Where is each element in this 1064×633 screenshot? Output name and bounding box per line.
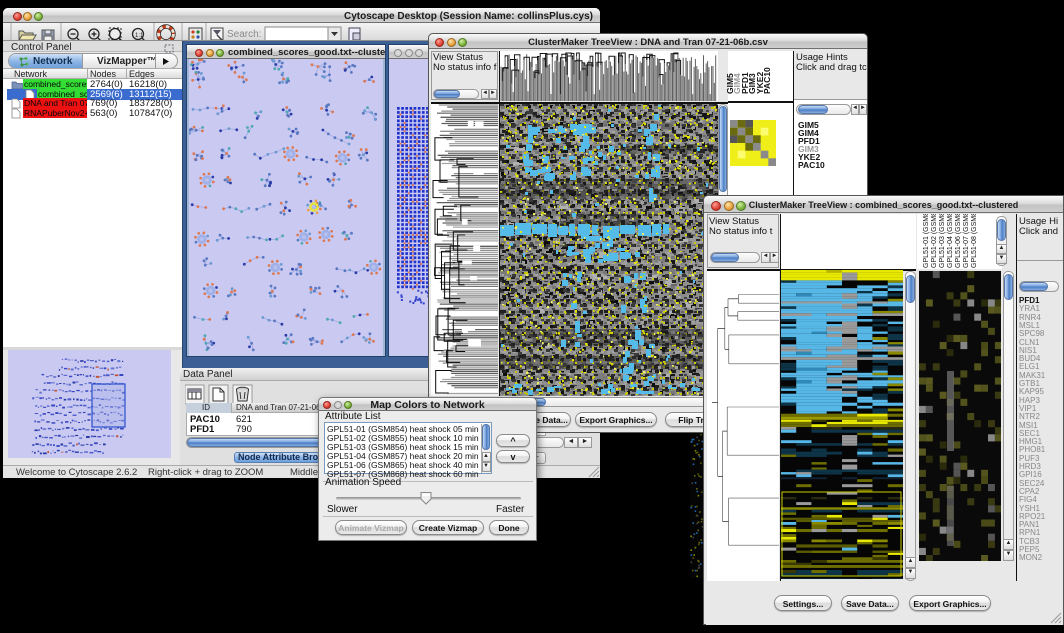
svg-text:Search:: Search:: [227, 29, 261, 40]
svg-text:1:1: 1:1: [135, 33, 144, 39]
